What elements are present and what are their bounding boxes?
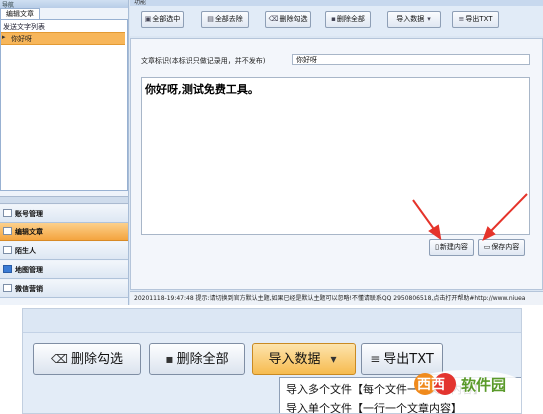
button-label: 删除全部 <box>176 352 229 367</box>
button-label: 导出TXT <box>383 352 434 367</box>
dropdown-arrow-icon: ▾ <box>330 352 337 366</box>
watermark-logo: 西西 软件园 <box>412 370 521 398</box>
zoom-delete-checked-button[interactable]: ⌫ 删除勾选 <box>33 343 141 375</box>
arrow-head-new <box>428 224 442 241</box>
zoom-import-data-button[interactable]: 导入数据 ▾ <box>252 343 356 375</box>
export-icon: ≡ <box>370 352 381 366</box>
zoom-delete-all-button[interactable]: ▪ 删除全部 <box>149 343 245 375</box>
button-label: 导入数据 <box>268 352 321 367</box>
arrow-to-new-button <box>412 199 437 233</box>
button-label: 删除勾选 <box>70 352 123 367</box>
delete-icon: ▪ <box>165 352 174 366</box>
app-window: 导航 编辑文章 发送文字列表 ▸ 你好呀 账号管理 编辑文章 陌生人 地图管理 <box>0 0 543 305</box>
annotation-arrows <box>412 193 528 242</box>
eraser-icon: ⌫ <box>51 352 68 366</box>
menu-item-import-single[interactable]: 导入单个文件【一行一个文章内容】 <box>286 400 462 413</box>
svg-text:软件园: 软件园 <box>461 376 506 394</box>
zoom-header-strip <box>23 309 521 333</box>
arrow-to-save-button <box>488 193 528 234</box>
zoomed-toolbar-inset: ⌫ 删除勾选 ▪ 删除全部 导入数据 ▾ ≡ 导出TXT 导入多个文件【每个文件一个文章… <box>22 308 522 414</box>
svg-text:西西: 西西 <box>417 377 445 393</box>
